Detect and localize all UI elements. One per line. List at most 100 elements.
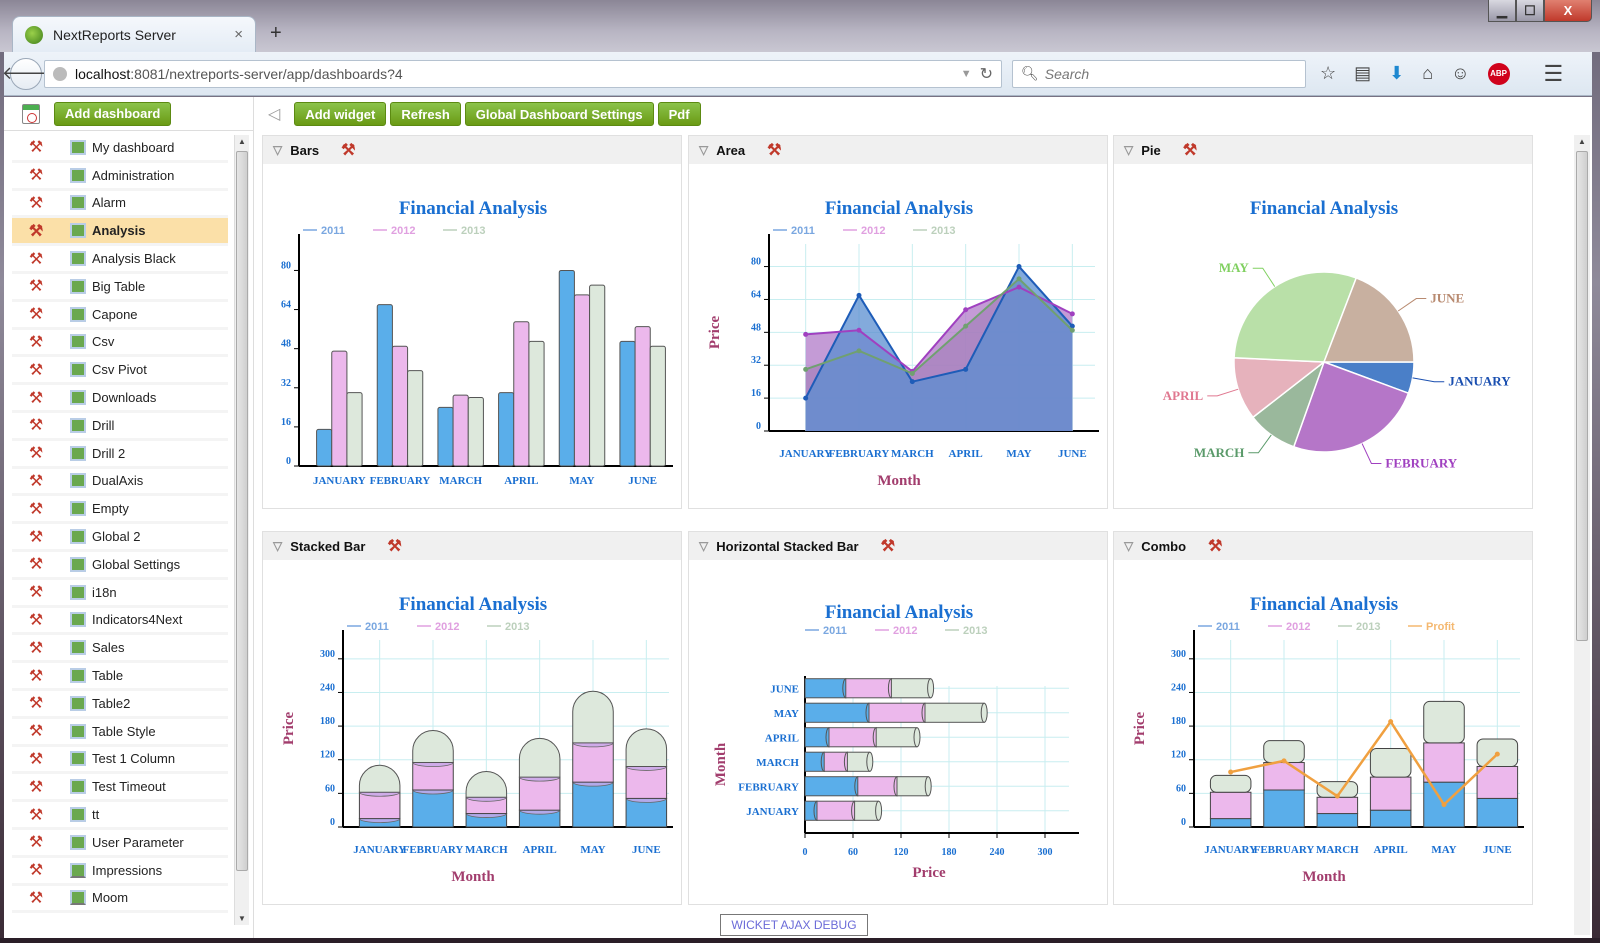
collapse-widget-icon[interactable]: ▽: [1124, 143, 1133, 157]
downloads-icon[interactable]: ⬇: [1389, 63, 1404, 84]
dashboard-list-item[interactable]: ⚒ Impressions: [12, 858, 228, 886]
dashboard-list-item[interactable]: ⚒ tt: [12, 802, 228, 830]
edit-tools-icon[interactable]: ⚒: [22, 777, 50, 797]
dashboard-list-item[interactable]: ⚒ Alarm: [12, 191, 228, 219]
collapse-widget-icon[interactable]: ▽: [273, 143, 282, 157]
dashboard-list-item[interactable]: ⚒ Capone: [12, 302, 228, 330]
dashboard-list-item[interactable]: ⚒ Analysis: [12, 218, 228, 247]
dashboard-list-item[interactable]: ⚒ Table: [12, 663, 228, 691]
tab-close-icon[interactable]: ×: [234, 26, 243, 43]
edit-tools-icon[interactable]: ⚒: [22, 582, 50, 602]
pdf-button[interactable]: Pdf: [657, 102, 701, 126]
edit-tools-icon[interactable]: ⚒: [22, 137, 50, 157]
site-identity-icon[interactable]: [53, 66, 67, 81]
edit-tools-icon[interactable]: ⚒: [22, 415, 50, 435]
edit-tools-icon[interactable]: ⚒: [22, 332, 50, 352]
dashboard-list-item[interactable]: ⚒ Table Style: [12, 719, 228, 747]
hamburger-menu-icon[interactable]: ☰: [1544, 61, 1564, 87]
edit-tools-icon[interactable]: ⚒: [22, 749, 50, 769]
edit-tools-icon[interactable]: ⚒: [22, 666, 50, 686]
browser-tab[interactable]: NextReports Server ×: [12, 16, 256, 52]
calendar-icon[interactable]: [22, 103, 40, 124]
collapse-widget-icon[interactable]: ▽: [699, 143, 708, 157]
edit-tools-icon[interactable]: ⚒: [22, 499, 50, 519]
widget-settings-icon[interactable]: ⚒: [881, 536, 895, 556]
dashboard-list-item[interactable]: ⚒ Empty: [12, 496, 228, 525]
dashboard-list-item[interactable]: ⚒ Global 2: [12, 524, 228, 552]
refresh-button[interactable]: Refresh: [390, 102, 461, 126]
scroll-up-icon[interactable]: ▲: [1578, 137, 1586, 146]
dashboard-list-item[interactable]: ⚒ Global Settings: [12, 552, 228, 580]
widget-settings-icon[interactable]: ⚒: [767, 140, 781, 160]
url-bar[interactable]: localhost :8081/nextreports-server/app/d…: [44, 59, 1002, 88]
back-button[interactable]: 🡐: [2, 57, 50, 90]
dashboard-list-item[interactable]: ⚒ Administration: [12, 163, 228, 191]
dashboard-list-item[interactable]: ⚒ Downloads: [12, 385, 228, 413]
chat-icon[interactable]: ☺: [1451, 63, 1469, 84]
edit-tools-icon[interactable]: ⚒: [22, 638, 50, 658]
dashboard-list-item[interactable]: ⚒ Drill 2: [12, 441, 228, 469]
widget-settings-icon[interactable]: ⚒: [1208, 536, 1222, 556]
dashboard-list-item[interactable]: ⚒ Table2: [12, 691, 228, 719]
global-dashboard-settings-button[interactable]: Global Dashboard Settings: [464, 102, 654, 126]
edit-tools-icon[interactable]: ⚒: [22, 276, 50, 296]
sidebar-scroll-thumb[interactable]: [236, 151, 248, 871]
wicket-ajax-debug-link[interactable]: WICKET AJAX DEBUG: [720, 914, 868, 936]
collapse-sidebar-icon[interactable]: ◁: [268, 104, 280, 124]
home-icon[interactable]: ⌂: [1422, 63, 1433, 84]
dashboard-list-item[interactable]: ⚒ Indicators4Next: [12, 608, 228, 636]
edit-tools-icon[interactable]: ⚒: [22, 193, 50, 213]
edit-tools-icon[interactable]: ⚒: [22, 554, 50, 574]
edit-tools-icon[interactable]: ⚒: [22, 860, 50, 880]
minimize-button[interactable]: ▁: [1488, 0, 1516, 22]
close-window-button[interactable]: X: [1544, 0, 1592, 22]
add-widget-button[interactable]: Add widget: [294, 102, 387, 126]
dashboard-list-item[interactable]: ⚒ User Parameter: [12, 830, 228, 858]
dashboard-list-item[interactable]: ⚒ i18n: [12, 580, 228, 608]
add-dashboard-button[interactable]: Add dashboard: [54, 101, 172, 126]
edit-tools-icon[interactable]: ⚒: [22, 304, 50, 324]
scroll-down-icon[interactable]: ▼: [238, 914, 246, 923]
dashboard-list-item[interactable]: ⚒ Sales: [12, 635, 228, 664]
edit-tools-icon[interactable]: ⚒: [22, 443, 50, 463]
edit-tools-icon[interactable]: ⚒: [22, 249, 50, 269]
edit-tools-icon[interactable]: ⚒: [22, 360, 50, 380]
edit-tools-icon[interactable]: ⚒: [22, 888, 50, 908]
dashboard-list-item[interactable]: ⚒ Test Timeout: [12, 774, 228, 803]
reload-icon[interactable]: ↻: [980, 64, 993, 84]
adblock-plus-icon[interactable]: ABP: [1487, 62, 1510, 85]
dashboard-list-item[interactable]: ⚒ Big Table: [12, 274, 228, 302]
edit-tools-icon[interactable]: ⚒: [22, 165, 50, 185]
edit-tools-icon[interactable]: ⚒: [22, 721, 50, 741]
scroll-up-icon[interactable]: ▲: [238, 137, 246, 146]
edit-tools-icon[interactable]: ⚒: [22, 832, 50, 852]
url-dropdown-icon[interactable]: ▼: [961, 68, 972, 80]
edit-tools-icon[interactable]: ⚒: [22, 693, 50, 713]
edit-tools-icon[interactable]: ⚒: [22, 388, 50, 408]
dashboard-list-item[interactable]: ⚒ Drill: [12, 413, 228, 441]
search-input[interactable]: 🔍︎ Search: [1012, 59, 1306, 88]
widget-settings-icon[interactable]: ⚒: [1183, 140, 1197, 160]
collapse-widget-icon[interactable]: ▽: [1124, 539, 1133, 553]
main-scroll-thumb[interactable]: [1576, 151, 1588, 641]
dashboard-list-item[interactable]: ⚒ Analysis Black: [12, 246, 228, 274]
dashboard-list-item[interactable]: ⚒ Test 1 Column: [12, 747, 228, 775]
dashboard-list-item[interactable]: ⚒ Moom: [12, 886, 228, 914]
dashboard-list-item[interactable]: ⚒ Csv: [12, 330, 228, 358]
widget-settings-icon[interactable]: ⚒: [387, 536, 401, 556]
reading-list-icon[interactable]: ▤: [1354, 63, 1371, 84]
sidebar-scrollbar[interactable]: ▲ ▼: [234, 135, 249, 925]
edit-tools-icon[interactable]: ⚒: [22, 221, 50, 241]
dashboard-list-item[interactable]: ⚒ DualAxis: [12, 469, 228, 497]
maximize-button[interactable]: ☐: [1516, 0, 1544, 22]
edit-tools-icon[interactable]: ⚒: [22, 471, 50, 491]
edit-tools-icon[interactable]: ⚒: [22, 805, 50, 825]
main-scrollbar[interactable]: ▲: [1574, 135, 1590, 935]
new-tab-button[interactable]: +: [270, 22, 282, 45]
collapse-widget-icon[interactable]: ▽: [699, 539, 708, 553]
bookmark-star-icon[interactable]: ☆: [1320, 63, 1336, 84]
dashboard-list-item[interactable]: ⚒ My dashboard: [12, 135, 228, 163]
widget-settings-icon[interactable]: ⚒: [341, 140, 355, 160]
edit-tools-icon[interactable]: ⚒: [22, 527, 50, 547]
collapse-widget-icon[interactable]: ▽: [273, 539, 282, 553]
